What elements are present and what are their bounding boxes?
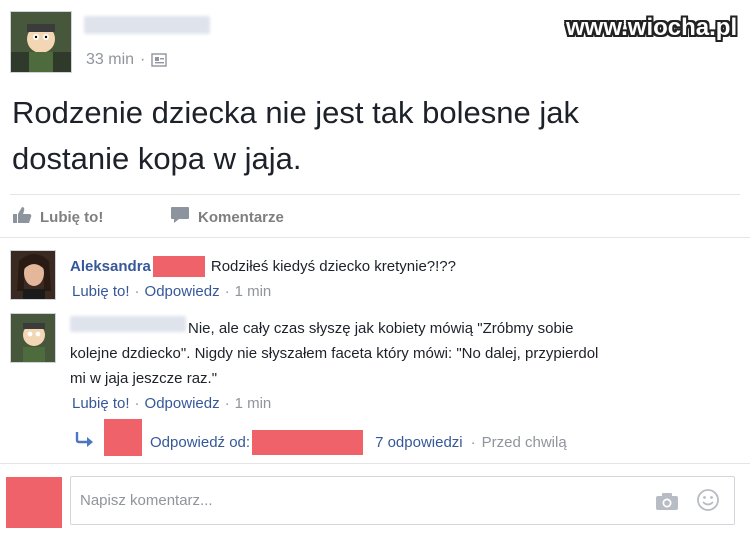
comment-like-link[interactable]: Lubię to! — [72, 283, 130, 300]
comment-text-line-1: Nie, ale cały czas słyszę jak kobiety mó… — [188, 320, 574, 337]
commenter-avatar[interactable] — [10, 313, 56, 363]
comment-text-line-3: mi w jaja jeszcze raz." — [70, 370, 218, 387]
poster-name-redacted[interactable] — [84, 16, 210, 34]
comment-input-placeholder: Napisz komentarz... — [80, 492, 213, 509]
post-text: Rodzenie dziecka nie jest tak bolesne ja… — [12, 90, 579, 182]
separator: · — [224, 283, 230, 300]
separator: · — [140, 51, 146, 68]
replies-from-label: Odpowiedź od: — [150, 434, 251, 451]
comment-icon — [170, 206, 190, 228]
separator: · — [224, 395, 230, 412]
comment-button[interactable]: Komentarze — [170, 206, 284, 228]
current-user-avatar-redaction — [6, 477, 62, 528]
separator: · — [134, 395, 140, 412]
separator: · — [134, 283, 140, 300]
view-replies-link[interactable]: Odpowiedź od: 7 odpowiedzi · Przed chwil… — [150, 430, 567, 455]
comment-text-line-2: kolejne dzdiecko". Nigdy nie słyszałem f… — [70, 345, 599, 362]
composer-divider — [0, 463, 750, 464]
comment-like-link[interactable]: Lubię to! — [72, 395, 130, 412]
like-label: Lubię to! — [40, 208, 104, 226]
post-time[interactable]: 33 min — [86, 51, 134, 69]
replies-count: 7 odpowiedzi — [375, 434, 463, 451]
privacy-icon[interactable] — [151, 53, 168, 67]
comment-text: Nie, ale cały czas słyszę jak kobiety mó… — [70, 316, 750, 391]
actions-divider-top — [10, 194, 740, 195]
actions-divider-bottom — [0, 237, 750, 238]
watermark: www.wiocha.pl — [566, 14, 738, 41]
comment-reply-link[interactable]: Odpowiedz — [145, 395, 220, 412]
reply-arrow-icon — [74, 430, 96, 453]
commenter-avatar[interactable] — [10, 250, 56, 300]
like-button[interactable]: Lubię to! — [12, 206, 103, 228]
post-text-line-1: Rodzenie dziecka nie jest tak bolesne ja… — [12, 95, 579, 130]
comment-text: Rodziłeś kiedyś dziecko kretynie?!?? — [210, 258, 456, 275]
comment-author-link[interactable]: Aleksandra — [70, 258, 151, 275]
replies-time: Przed chwilą — [481, 434, 567, 451]
post-text-line-2: dostanie kopa w jaja. — [12, 141, 302, 176]
camera-icon[interactable] — [655, 492, 679, 516]
comment-time[interactable]: 1 min — [235, 395, 272, 412]
comment-reply-link[interactable]: Odpowiedz — [145, 283, 220, 300]
emoji-icon[interactable] — [697, 489, 719, 516]
comment-input[interactable]: Napisz komentarz... — [70, 476, 735, 525]
poster-avatar[interactable] — [10, 11, 72, 73]
comment-time[interactable]: 1 min — [235, 283, 272, 300]
name-redaction — [152, 256, 205, 277]
separator: · — [470, 434, 476, 451]
reply-avatar-redaction — [104, 419, 142, 456]
comment-label: Komentarze — [198, 208, 284, 226]
thumbs-up-icon — [12, 206, 32, 228]
name-redaction — [252, 430, 364, 455]
